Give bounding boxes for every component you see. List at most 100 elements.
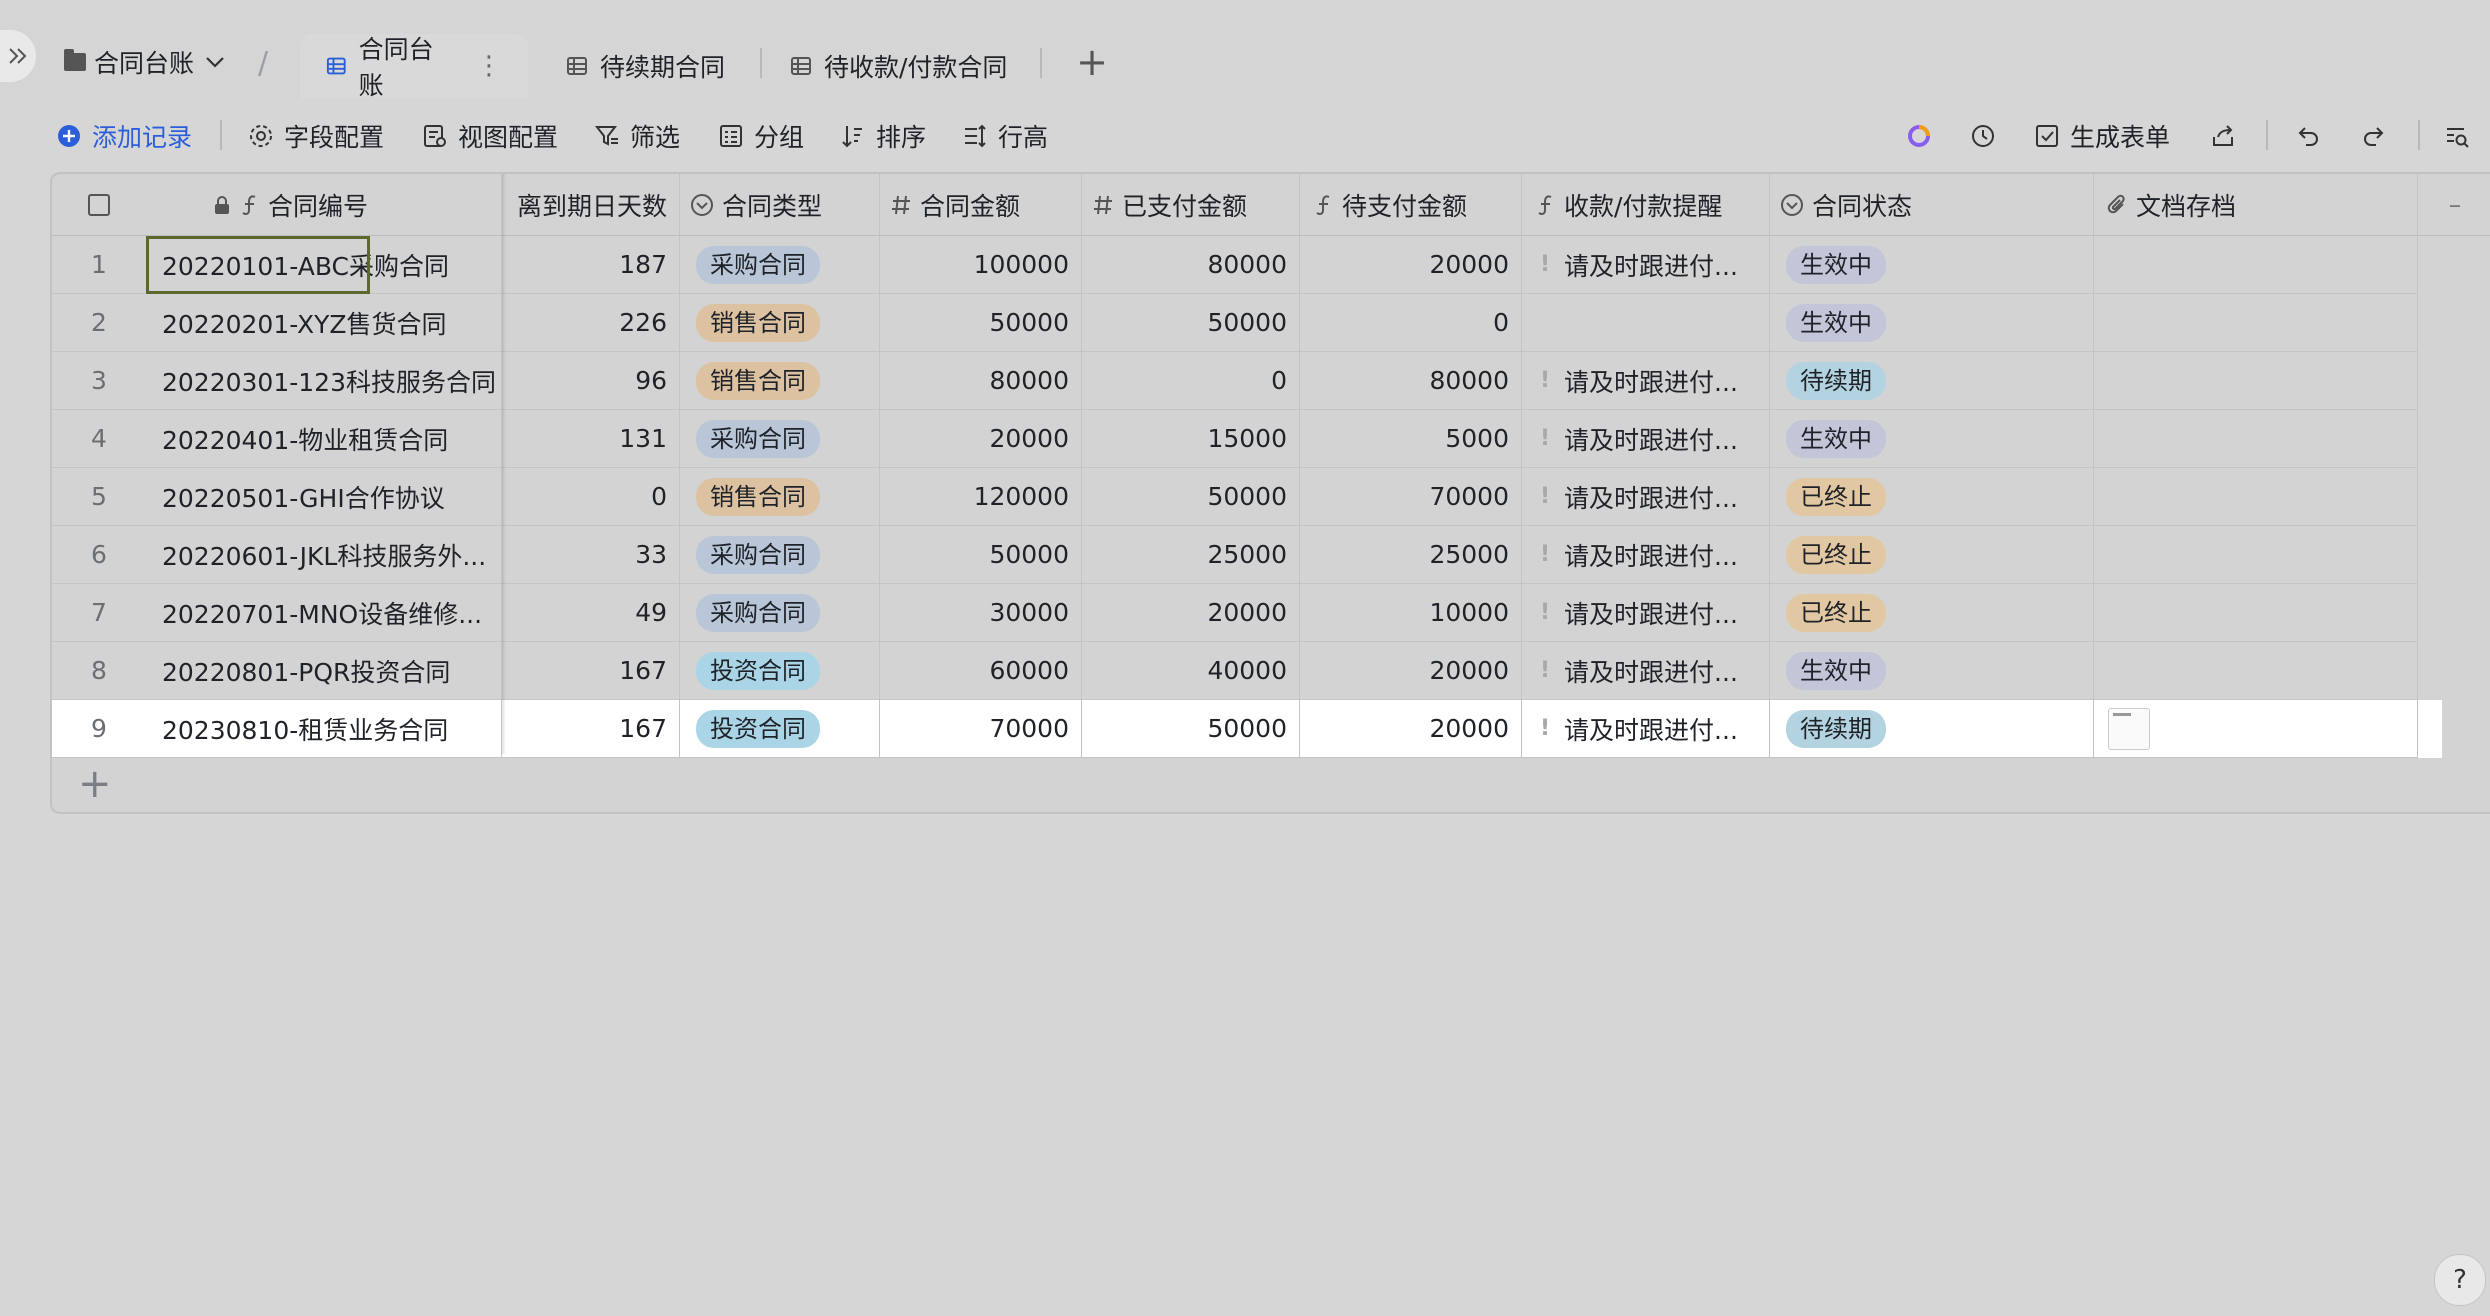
contract-no-cell[interactable]: 20220401-物业租赁合同 (146, 410, 502, 468)
contract-status-cell[interactable]: 待续期 (1770, 700, 2094, 758)
column-header-days-to-expiry[interactable]: 离到期日天数 (502, 174, 680, 236)
column-header-payment-reminder[interactable]: 收款/付款提醒 (1522, 174, 1770, 236)
undo-button[interactable] (2296, 116, 2322, 156)
paid-amount-cell[interactable]: 80000 (1082, 236, 1300, 294)
contract-type-cell[interactable]: 投资合同 (680, 700, 880, 758)
contract-no-cell[interactable]: 20230810-租赁业务合同 (146, 700, 502, 758)
column-header-document-archive[interactable]: 文档存档 (2094, 174, 2418, 236)
pending-amount-cell[interactable]: 20000 (1300, 700, 1522, 758)
contract-type-cell[interactable]: 采购合同 (680, 526, 880, 584)
paid-amount-cell[interactable]: 50000 (1082, 468, 1300, 526)
add-column-button[interactable]: – (2418, 174, 2490, 236)
select-all-checkbox[interactable] (88, 193, 110, 216)
contract-amount-cell[interactable]: 30000 (880, 584, 1082, 642)
days-to-expiry-cell[interactable]: 167 (502, 700, 680, 758)
document-archive-cell[interactable] (2094, 294, 2418, 352)
contract-no-cell[interactable]: 20220601-JKL科技服务外... (146, 526, 502, 584)
table-row[interactable]: 2 20220201-XYZ售货合同 226 销售合同 50000 50000 0 生效中 (52, 294, 2442, 352)
generate-form-button[interactable]: 生成表单 (2034, 116, 2170, 156)
history-button[interactable] (1970, 116, 1996, 156)
pending-amount-cell[interactable]: 10000 (1300, 584, 1522, 642)
more-options-icon[interactable]: ⋮ (476, 51, 502, 81)
days-to-expiry-cell[interactable]: 187 (502, 236, 680, 294)
document-archive-cell[interactable] (2094, 468, 2418, 526)
table-row[interactable]: 4 20220401-物业租赁合同 131 采购合同 20000 15000 5000! 请及… (52, 410, 2442, 468)
contract-type-cell[interactable]: 销售合同 (680, 352, 880, 410)
contract-no-cell[interactable]: 20220301-123科技服务合同 (146, 352, 502, 410)
expand-sidebar-button[interactable] (0, 30, 36, 82)
table-row[interactable]: 3 20220301-123科技服务合同 96 销售合同 80000 0 80000! 请及时… (52, 352, 2442, 410)
share-button[interactable] (2210, 116, 2236, 156)
help-button[interactable]: ? (2434, 1254, 2486, 1306)
contract-type-cell[interactable]: 采购合同 (680, 236, 880, 294)
tab-pending-renewal[interactable]: 待续期合同 (540, 34, 751, 98)
document-archive-cell[interactable] (2094, 584, 2418, 642)
document-archive-cell[interactable] (2094, 642, 2418, 700)
document-archive-cell[interactable] (2094, 236, 2418, 294)
table-row[interactable]: 5 20220501-GHI合作协议 0 销售合同 120000 50000 70000! 请… (52, 468, 2442, 526)
payment-reminder-cell[interactable]: ! 请及时跟进付... (1522, 526, 1770, 584)
paid-amount-cell[interactable]: 0 (1082, 352, 1300, 410)
days-to-expiry-cell[interactable]: 0 (502, 468, 680, 526)
pending-amount-cell[interactable]: 20000 (1300, 642, 1522, 700)
contract-type-cell[interactable]: 采购合同 (680, 584, 880, 642)
table-row[interactable]: 8 20220801-PQR投资合同 167 投资合同 60000 40000 20000!… (52, 642, 2442, 700)
contract-amount-cell[interactable]: 120000 (880, 468, 1082, 526)
days-to-expiry-cell[interactable]: 226 (502, 294, 680, 352)
sort-button[interactable]: 排序 (840, 116, 926, 156)
add-tab-button[interactable]: + (1070, 38, 1114, 86)
search-records-button[interactable] (2444, 116, 2470, 156)
column-header-contract-status[interactable]: 合同状态 (1770, 174, 2094, 236)
payment-reminder-cell[interactable]: ! 请及时跟进付... (1522, 352, 1770, 410)
payment-reminder-cell[interactable]: ! 请及时跟进付... (1522, 584, 1770, 642)
pending-amount-cell[interactable]: 70000 (1300, 468, 1522, 526)
column-header-paid-amount[interactable]: 已支付金额 (1082, 174, 1300, 236)
column-header-pending-amount[interactable]: 待支付金额 (1300, 174, 1522, 236)
contract-type-cell[interactable]: 销售合同 (680, 294, 880, 352)
paid-amount-cell[interactable]: 40000 (1082, 642, 1300, 700)
days-to-expiry-cell[interactable]: 131 (502, 410, 680, 468)
contract-amount-cell[interactable]: 80000 (880, 352, 1082, 410)
contract-status-cell[interactable]: 生效中 (1770, 294, 2094, 352)
pending-amount-cell[interactable]: 25000 (1300, 526, 1522, 584)
column-header-contract-type[interactable]: 合同类型 (680, 174, 880, 236)
table-row[interactable]: 1 20220101-ABC采购合同 187 采购合同 100000 80000 20000… (52, 236, 2442, 294)
document-archive-cell[interactable] (2094, 352, 2418, 410)
contract-amount-cell[interactable]: 50000 (880, 526, 1082, 584)
contract-amount-cell[interactable]: 60000 (880, 642, 1082, 700)
contract-amount-cell[interactable]: 70000 (880, 700, 1082, 758)
document-archive-cell[interactable] (2094, 410, 2418, 468)
contract-status-cell[interactable]: 已终止 (1770, 468, 2094, 526)
table-row[interactable]: 9 20230810-租赁业务合同 167 投资合同 70000 50000 20000! 请… (52, 700, 2442, 758)
contract-status-cell[interactable]: 已终止 (1770, 584, 2094, 642)
payment-reminder-cell[interactable]: ! 请及时跟进付... (1522, 236, 1770, 294)
contract-type-cell[interactable]: 投资合同 (680, 642, 880, 700)
contract-status-cell[interactable]: 生效中 (1770, 642, 2094, 700)
contract-no-cell[interactable]: 20220801-PQR投资合同 (146, 642, 502, 700)
paid-amount-cell[interactable]: 50000 (1082, 294, 1300, 352)
field-config-button[interactable]: 字段配置 (248, 116, 384, 156)
contract-type-cell[interactable]: 采购合同 (680, 410, 880, 468)
pending-amount-cell[interactable]: 5000 (1300, 410, 1522, 468)
contract-no-cell[interactable]: 20220201-XYZ售货合同 (146, 294, 502, 352)
days-to-expiry-cell[interactable]: 167 (502, 642, 680, 700)
paid-amount-cell[interactable]: 25000 (1082, 526, 1300, 584)
document-archive-cell[interactable] (2094, 526, 2418, 584)
add-row-button[interactable]: + (78, 764, 112, 804)
tab-pending-payment[interactable]: 待收款/付款合同 (764, 34, 1033, 98)
base-title-dropdown[interactable]: 合同台账 (64, 40, 228, 84)
paid-amount-cell[interactable]: 20000 (1082, 584, 1300, 642)
ai-assistant-button[interactable] (1906, 116, 1932, 156)
payment-reminder-cell[interactable]: ! 请及时跟进付... (1522, 410, 1770, 468)
days-to-expiry-cell[interactable]: 96 (502, 352, 680, 410)
payment-reminder-cell[interactable]: ! 请及时跟进付... (1522, 700, 1770, 758)
document-archive-cell[interactable] (2094, 700, 2418, 758)
group-button[interactable]: 分组 (718, 116, 804, 156)
select-all-cell[interactable] (52, 174, 146, 236)
contract-amount-cell[interactable]: 100000 (880, 236, 1082, 294)
payment-reminder-cell[interactable]: ! 请及时跟进付... (1522, 468, 1770, 526)
pending-amount-cell[interactable]: 0 (1300, 294, 1522, 352)
contract-status-cell[interactable]: 待续期 (1770, 352, 2094, 410)
contract-status-cell[interactable]: 生效中 (1770, 410, 2094, 468)
contract-amount-cell[interactable]: 50000 (880, 294, 1082, 352)
